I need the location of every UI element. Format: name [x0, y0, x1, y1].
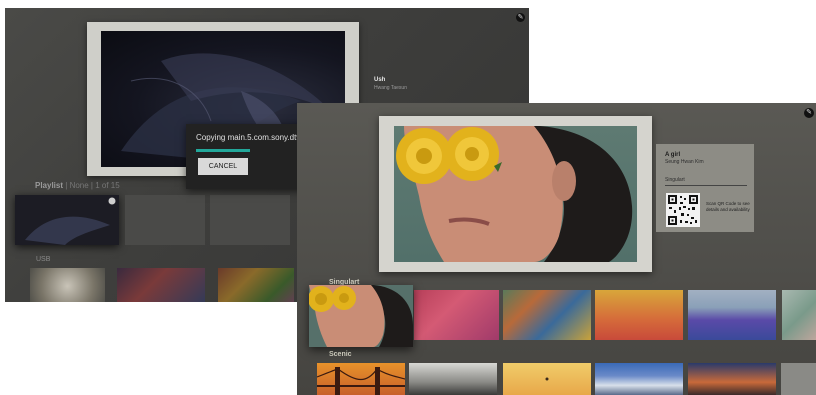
artwork-image: [394, 126, 637, 262]
thumb-lavender-field[interactable]: [688, 290, 776, 340]
usb-thumb-abstract[interactable]: [117, 268, 205, 302]
artwork-info-panel: A girl Seung Hwan Kim Singulart Scan QR …: [656, 144, 754, 232]
artwork-title: Ush: [374, 77, 386, 83]
artwork-frame: [379, 116, 652, 272]
thumb-mountains-bw[interactable]: [409, 363, 497, 395]
settings-badge-icon[interactable]: ✎: [804, 108, 814, 118]
info-divider: [665, 185, 747, 186]
front-screen: ✎ A girl Seung Hwan Kim Singulart Scan Q…: [297, 103, 816, 395]
artwork-artist: Hwang Taesun: [374, 85, 407, 91]
artwork-title: A girl: [665, 152, 681, 158]
artwork-artist: Seung Hwan Kim: [665, 159, 704, 165]
thumb-partial[interactable]: [782, 290, 816, 340]
thumb-city-dusk[interactable]: [688, 363, 776, 395]
settings-badge-icon[interactable]: ✎: [516, 13, 525, 22]
girl-portrait-art: [396, 126, 633, 262]
thumb-bridge[interactable]: [316, 363, 406, 395]
playlist-tile[interactable]: [125, 195, 205, 245]
qr-code-icon: [666, 193, 700, 227]
thumb-pink-abstract[interactable]: [414, 290, 499, 340]
copy-progress-bar: [196, 149, 250, 152]
thumb-partial-scenic[interactable]: [781, 363, 816, 395]
copy-message: Copying main.5.com.sony.dtv: [196, 133, 301, 142]
playlist-mode: None: [69, 181, 89, 190]
thumb-selected-girl[interactable]: [309, 285, 413, 347]
playlist-tile-selected[interactable]: [15, 195, 119, 245]
thumb-snowy-peaks[interactable]: [595, 363, 683, 395]
playlist-header: Playlist | None | 1 of 15: [35, 181, 120, 190]
usb-thumb-flowers[interactable]: [218, 268, 294, 302]
thumb-orange-glow[interactable]: [595, 290, 683, 340]
cancel-button[interactable]: CANCEL: [198, 158, 248, 175]
playlist-tile[interactable]: [210, 195, 290, 245]
artwork-collection: Singulart: [665, 177, 685, 183]
category-label-scenic: Scenic: [329, 351, 352, 358]
usb-label: USB: [36, 256, 51, 263]
playlist-label: Playlist: [35, 181, 64, 190]
usb-thumb-dog[interactable]: [30, 268, 105, 302]
qr-caption: Scan QR Code to see details and availabi…: [706, 201, 750, 212]
thumb-sunset-bird[interactable]: [503, 363, 591, 395]
playlist-count: 1 of 15: [95, 181, 120, 190]
thumb-colorful-room[interactable]: [503, 290, 591, 340]
